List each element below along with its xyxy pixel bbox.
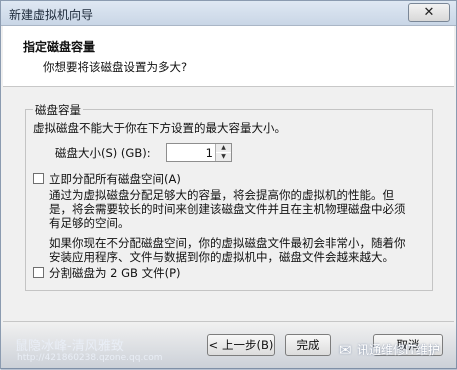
watermark-right: 讯通维修IT维护 (357, 343, 440, 357)
allocate-desc-line: 有足够的空间。 (49, 216, 130, 230)
split-disk-checkbox[interactable] (33, 267, 44, 278)
finish-button[interactable]: 完成 (285, 334, 331, 356)
disk-capacity-group-label: 磁盘容量 (33, 102, 83, 118)
stepper-arrows: ▲ ▼ (215, 144, 231, 161)
watermark-left-title: 鼠隐冰峰-清风雅致 (15, 339, 124, 354)
watermark-left-url: http://421860238.qzone.qq.com (17, 353, 163, 363)
page-subtitle: 你想要将该磁盘设置为多大? (43, 60, 188, 74)
close-button[interactable]: ✕ (408, 3, 450, 22)
wechat-icon: ✉ (339, 341, 352, 359)
disk-size-label: 磁盘大小(S) (GB): (55, 146, 151, 160)
disk-size-input[interactable]: 1 (206, 146, 213, 160)
increment-arrow-icon[interactable]: ▲ (216, 144, 231, 152)
wizard-content: 磁盘容量 虚拟磁盘不能大于你在下方设置的最大容量大小。 磁盘大小(S) (GB)… (3, 87, 454, 320)
wizard-window: 新建虚拟机向导 ✕ 指定磁盘容量 你想要将该磁盘设置为多大? 磁盘容量 虚拟磁盘… (0, 0, 457, 370)
max-size-note: 虚拟磁盘不能大于你在下方设置的最大容量大小。 (33, 121, 286, 135)
close-icon: ✕ (423, 5, 435, 20)
split-disk-label[interactable]: 分割磁盘为 2 GB 文件(P) (49, 265, 181, 281)
disk-size-stepper[interactable]: 1 ▲ ▼ (166, 143, 232, 162)
back-button[interactable]: < 上一步(B) (207, 334, 275, 356)
title-bar: 新建虚拟机向导 ✕ (1, 1, 456, 26)
page-title: 指定磁盘容量 (23, 40, 96, 54)
allocate-now-label[interactable]: 立即分配所有磁盘空间(A) (49, 171, 181, 187)
footer-divider (3, 321, 454, 322)
window-title: 新建虚拟机向导 (9, 8, 94, 22)
no-allocate-desc-line: 安装应用程序、文件与数据到你的虚拟机中，磁盘文件会越来越大。 (49, 250, 394, 264)
decrement-arrow-icon[interactable]: ▼ (216, 153, 231, 161)
wizard-header: 指定磁盘容量 你想要将该磁盘设置为多大? (3, 26, 454, 87)
allocate-now-checkbox[interactable] (33, 173, 44, 184)
